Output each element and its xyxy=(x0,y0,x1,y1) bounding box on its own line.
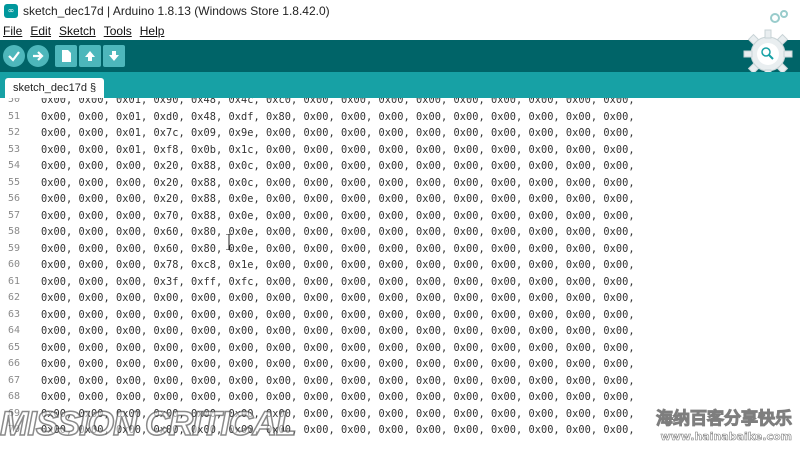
menu-sketch[interactable]: Sketch xyxy=(59,24,96,38)
code-editor[interactable]: 50 0x00, 0x00, 0x01, 0x90, 0x48, 0x4c, 0x… xyxy=(0,98,800,450)
code-text[interactable]: 0x00, 0x00, 0x00, 0x20, 0x88, 0x0c, 0x00… xyxy=(41,158,635,175)
code-text[interactable]: 0x00, 0x00, 0x00, 0x00, 0x00, 0x00, 0x00… xyxy=(41,373,635,390)
menu-edit[interactable]: Edit xyxy=(30,24,51,38)
code-line[interactable]: 56 0x00, 0x00, 0x00, 0x20, 0x88, 0x0e, 0x… xyxy=(0,191,800,208)
code-line[interactable]: 66 0x00, 0x00, 0x00, 0x00, 0x00, 0x00, 0x… xyxy=(0,356,800,373)
code-line[interactable]: 55 0x00, 0x00, 0x00, 0x20, 0x88, 0x0c, 0x… xyxy=(0,175,800,192)
toolbar xyxy=(0,40,800,72)
code-text[interactable]: 0x00, 0x00, 0x00, 0x00, 0x00, 0x00, 0x00… xyxy=(41,307,635,324)
arrow-up-icon xyxy=(85,51,95,61)
code-line[interactable]: 68 0x00, 0x00, 0x00, 0x00, 0x00, 0x00, 0x… xyxy=(0,389,800,406)
code-line[interactable]: 63 0x00, 0x00, 0x00, 0x00, 0x00, 0x00, 0x… xyxy=(0,307,800,324)
line-number: 62 xyxy=(7,292,20,303)
code-text[interactable]: 0x00, 0x00, 0x00, 0x20, 0x88, 0x0e, 0x00… xyxy=(41,191,635,208)
line-number: 53 xyxy=(7,143,20,155)
code-line[interactable]: 58 0x00, 0x00, 0x00, 0x60, 0x80, 0x0e, 0x… xyxy=(0,224,800,241)
code-text[interactable]: 0x00, 0x00, 0x00, 0x00, 0x00, 0x00, 0x00… xyxy=(41,290,635,307)
new-button[interactable] xyxy=(55,45,77,67)
open-button[interactable] xyxy=(79,45,101,67)
menu-help[interactable]: Help xyxy=(140,24,165,38)
code-text[interactable]: 0x00, 0x00, 0x01, 0xd0, 0x48, 0xdf, 0x80… xyxy=(41,109,635,126)
code-text[interactable]: 0x00, 0x00, 0x00, 0x78, 0xc8, 0x1e, 0x00… xyxy=(41,257,635,274)
tab-bar: sketch_dec17d § xyxy=(0,72,800,98)
menu-bar: File Edit Sketch Tools Help xyxy=(0,21,800,40)
window-title: sketch_dec17d | Arduino 1.8.13 (Windows … xyxy=(23,3,330,18)
line-number: 51 xyxy=(7,110,20,122)
watermark-right: 海纳百客分享快乐 www.hainabaike.com xyxy=(656,409,793,446)
menu-file-label: File xyxy=(3,23,23,38)
checkmark-icon xyxy=(8,51,20,62)
arduino-icon: ∞ xyxy=(4,3,18,18)
line-number: 63 xyxy=(7,308,20,320)
code-line[interactable]: 52 0x00, 0x00, 0x01, 0x7c, 0x09, 0x9e, 0x… xyxy=(0,125,800,142)
code-line[interactable]: 53 0x00, 0x00, 0x01, 0xf8, 0x0b, 0x1c, 0x… xyxy=(0,142,800,159)
code-text[interactable]: 0x00, 0x00, 0x01, 0x7c, 0x09, 0x9e, 0x00… xyxy=(41,125,635,142)
text-cursor-icon xyxy=(226,234,232,250)
code-line[interactable]: 51 0x00, 0x00, 0x01, 0xd0, 0x48, 0xdf, 0x… xyxy=(0,109,800,126)
line-number: 52 xyxy=(7,127,20,138)
arrow-down-icon xyxy=(109,51,119,61)
menu-edit-label: Edit xyxy=(30,23,52,38)
line-number: 68 xyxy=(7,391,20,402)
save-button[interactable] xyxy=(103,45,125,67)
line-number: 50 xyxy=(7,98,20,105)
code-text[interactable]: 0x00, 0x00, 0x01, 0xf8, 0x0b, 0x1c, 0x00… xyxy=(41,142,635,159)
menu-file[interactable]: File xyxy=(3,24,22,38)
arrow-right-icon xyxy=(33,51,44,61)
line-number: 60 xyxy=(7,259,20,270)
code-text[interactable]: 0x00, 0x00, 0x00, 0x20, 0x88, 0x0c, 0x00… xyxy=(41,175,635,192)
code-line[interactable]: 67 0x00, 0x00, 0x00, 0x00, 0x00, 0x00, 0x… xyxy=(0,373,800,390)
code-line[interactable]: 57 0x00, 0x00, 0x00, 0x70, 0x88, 0x0e, 0x… xyxy=(0,208,800,225)
line-number: 61 xyxy=(7,275,20,287)
line-number: 64 xyxy=(7,325,20,336)
menu-tools[interactable]: Tools xyxy=(104,24,132,38)
code-line[interactable]: 65 0x00, 0x00, 0x00, 0x00, 0x00, 0x00, 0x… xyxy=(0,340,800,357)
code-text[interactable]: 0x00, 0x00, 0x01, 0x90, 0x48, 0x4c, 0xc0… xyxy=(41,98,635,109)
line-number: 56 xyxy=(7,193,20,204)
code-line[interactable]: 64 0x00, 0x00, 0x00, 0x00, 0x00, 0x00, 0x… xyxy=(0,323,800,340)
line-number: 58 xyxy=(7,226,20,237)
code-text[interactable]: 0x00, 0x00, 0x00, 0x00, 0x00, 0x00, 0x00… xyxy=(41,323,635,340)
upload-button[interactable] xyxy=(27,45,49,67)
line-number: 57 xyxy=(7,209,20,221)
watermark-right-url: www.hainabaike.com xyxy=(660,430,792,444)
code-text[interactable]: 0x00, 0x00, 0x00, 0x60, 0x80, 0x0e, 0x00… xyxy=(41,241,635,258)
code-line[interactable]: 59 0x00, 0x00, 0x00, 0x60, 0x80, 0x0e, 0x… xyxy=(0,241,800,258)
line-number: 65 xyxy=(7,341,20,353)
line-number: 54 xyxy=(7,160,20,171)
watermark-left: MISSION CRITICAL xyxy=(0,404,297,444)
code-text[interactable]: 0x00, 0x00, 0x00, 0x00, 0x00, 0x00, 0x00… xyxy=(41,356,635,373)
line-number: 66 xyxy=(7,358,20,369)
menu-sketch-label: Sketch xyxy=(59,23,96,38)
code-text[interactable]: 0x00, 0x00, 0x00, 0x3f, 0xff, 0xfc, 0x00… xyxy=(41,274,635,291)
menu-help-label: Help xyxy=(139,23,165,38)
title-bar: ∞ sketch_dec17d | Arduino 1.8.13 (Window… xyxy=(0,0,800,21)
code-line[interactable]: 54 0x00, 0x00, 0x00, 0x20, 0x88, 0x0c, 0x… xyxy=(0,158,800,175)
new-file-icon xyxy=(62,50,71,62)
settings-gear-small-icon xyxy=(770,10,788,23)
code-line[interactable]: 62 0x00, 0x00, 0x00, 0x00, 0x00, 0x00, 0x… xyxy=(0,290,800,307)
line-number: 67 xyxy=(7,374,20,386)
code-line[interactable]: 60 0x00, 0x00, 0x00, 0x78, 0xc8, 0x1e, 0x… xyxy=(0,257,800,274)
line-number: 55 xyxy=(7,176,20,188)
line-number: 59 xyxy=(7,242,20,254)
code-line[interactable]: 61 0x00, 0x00, 0x00, 0x3f, 0xff, 0xfc, 0x… xyxy=(0,274,800,291)
code-text[interactable]: 0x00, 0x00, 0x00, 0x00, 0x00, 0x00, 0x00… xyxy=(41,340,635,357)
code-text[interactable]: 0x00, 0x00, 0x00, 0x00, 0x00, 0x00, 0x00… xyxy=(41,389,635,406)
verify-button[interactable] xyxy=(3,45,25,67)
menu-tools-label: Tools xyxy=(103,23,132,38)
tab-sketch[interactable]: sketch_dec17d § xyxy=(5,78,105,98)
code-text[interactable]: 0x00, 0x00, 0x00, 0x70, 0x88, 0x0e, 0x00… xyxy=(41,208,635,225)
code-line[interactable]: 50 0x00, 0x00, 0x01, 0x90, 0x48, 0x4c, 0x… xyxy=(0,98,800,109)
watermark-right-main: 海纳百客分享快乐 xyxy=(656,409,793,429)
code-text[interactable]: 0x00, 0x00, 0x00, 0x60, 0x80, 0x0e, 0x00… xyxy=(41,224,635,241)
